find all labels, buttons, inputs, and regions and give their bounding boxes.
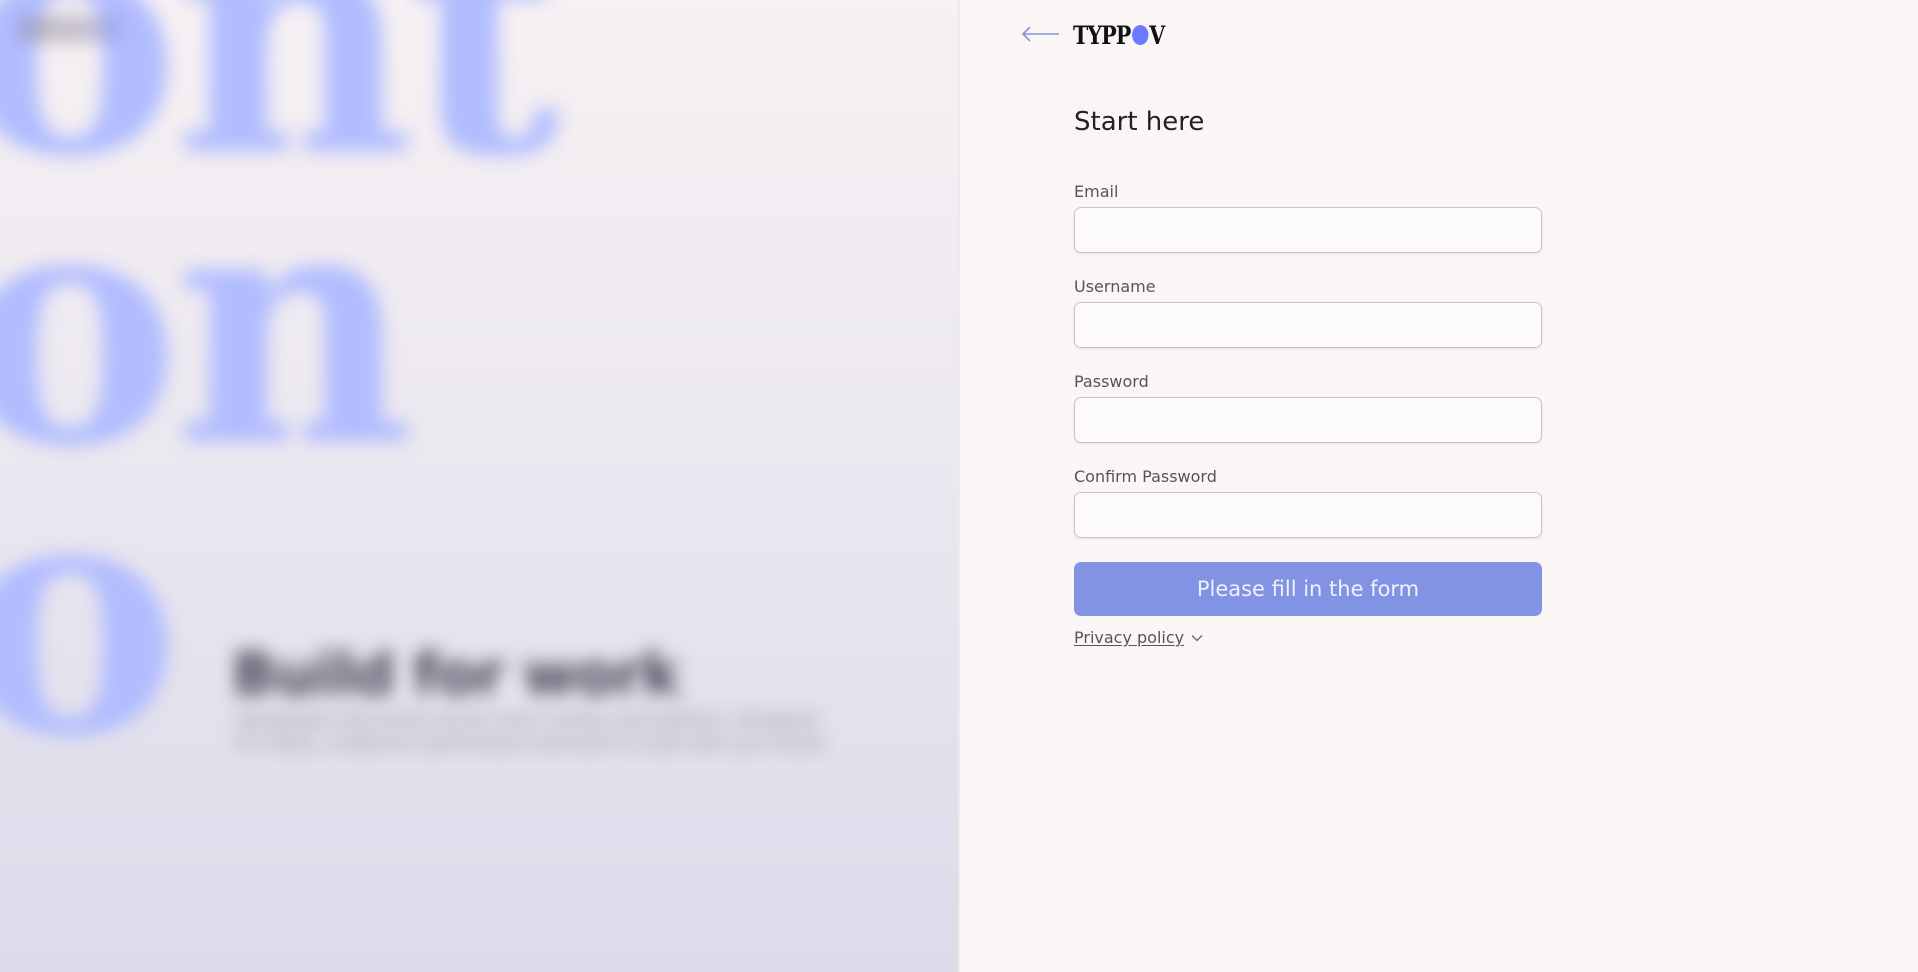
email-field-group: Email xyxy=(1074,182,1542,253)
brand-prefix: TYPP xyxy=(1073,20,1131,50)
hero-heading: Build for work xyxy=(232,640,680,708)
confirm-password-field[interactable] xyxy=(1074,492,1542,538)
signup-form: Start here Email Username Password Confi… xyxy=(1074,106,1542,647)
form-title: Start here xyxy=(1074,107,1205,137)
confirm-password-field-group: Confirm Password xyxy=(1074,467,1542,538)
arrow-left-icon[interactable] xyxy=(1021,24,1061,44)
brand-logo[interactable]: TYPP V xyxy=(1073,20,1165,50)
submit-button[interactable]: Please fill in the form xyxy=(1074,562,1542,616)
brand-suffix: V xyxy=(1149,20,1165,50)
password-field-group: Password xyxy=(1074,372,1542,443)
privacy-policy-toggle[interactable]: Privacy policy xyxy=(1074,628,1542,647)
username-field[interactable] xyxy=(1074,302,1542,348)
email-field[interactable] xyxy=(1074,207,1542,253)
hero-panel: ont on o Build for work Typography that … xyxy=(0,0,958,972)
confirm-password-label: Confirm Password xyxy=(1074,467,1217,486)
hero-description: Typography that works across every surfa… xyxy=(235,710,829,754)
blurred-background: ont on o Build for work Typography that … xyxy=(0,0,958,972)
signup-panel: TYPP V Start here Email Username Password… xyxy=(960,0,1918,972)
username-field-group: Username xyxy=(1074,277,1542,348)
brand-dot-icon xyxy=(1132,25,1149,45)
chevron-down-icon xyxy=(1191,634,1203,641)
username-label: Username xyxy=(1074,277,1156,296)
hero-logo xyxy=(20,16,120,42)
password-label: Password xyxy=(1074,372,1149,391)
privacy-policy-link[interactable]: Privacy policy xyxy=(1074,628,1184,647)
email-label: Email xyxy=(1074,182,1119,201)
password-field[interactable] xyxy=(1074,397,1542,443)
